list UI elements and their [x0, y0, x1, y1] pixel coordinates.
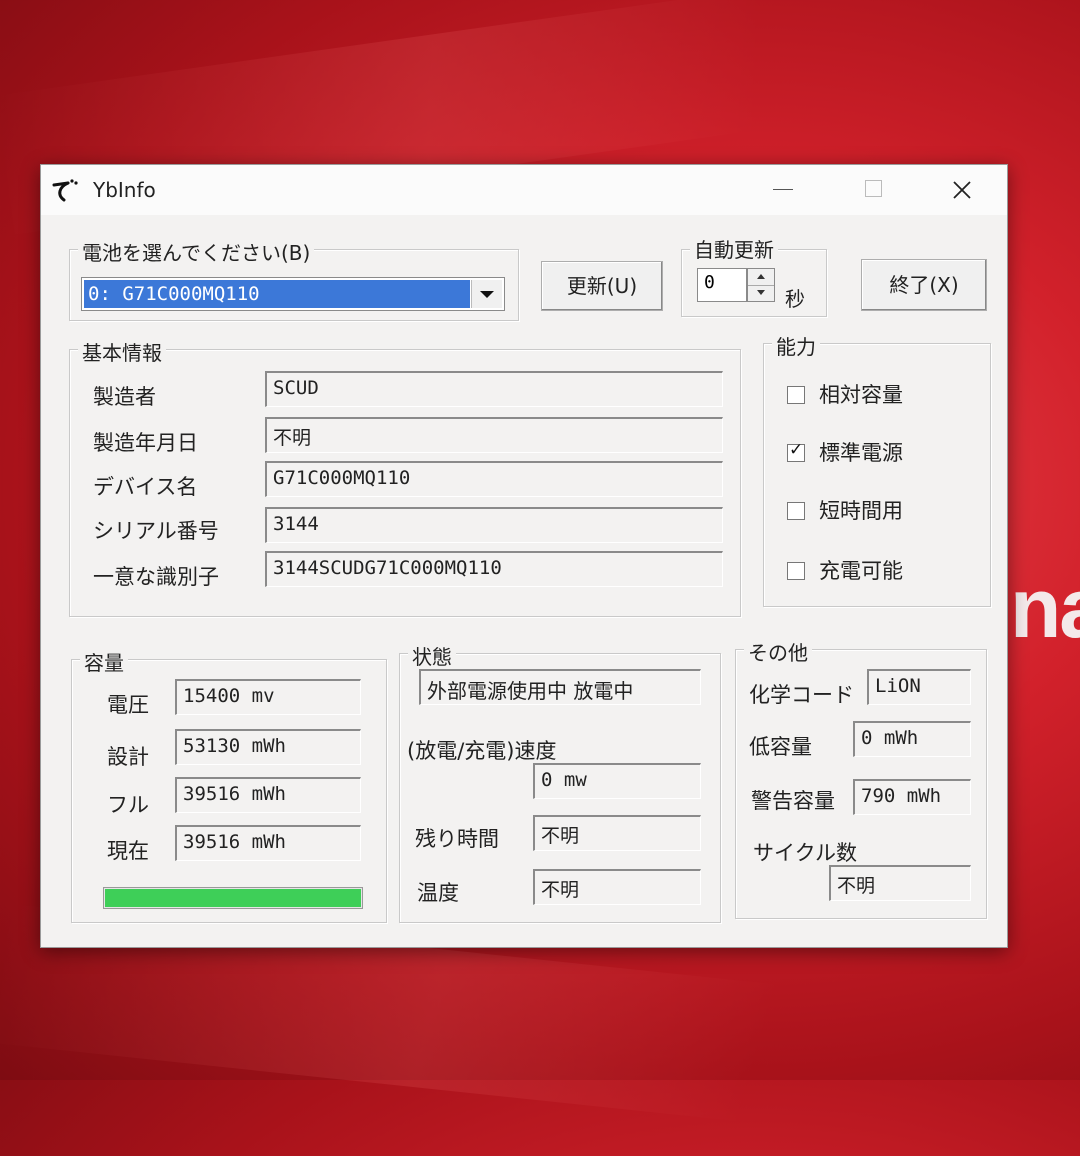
title-bar[interactable]: YbInfo — [41, 165, 1007, 215]
window-title: YbInfo — [93, 178, 156, 202]
serial-number-label: シリアル番号 — [93, 519, 219, 543]
app-logo-icon — [52, 179, 78, 202]
rate-field: 0 mw — [533, 763, 701, 799]
exit-button[interactable]: 終了(X) — [861, 259, 987, 311]
full-capacity-field: 39516 mWh — [175, 777, 361, 813]
checkbox-label: 充電可能 — [819, 559, 903, 583]
voltage-label: 電圧 — [107, 693, 149, 717]
refresh-button[interactable]: 更新(U) — [541, 261, 663, 311]
charge-level-fill — [105, 889, 361, 907]
checkbox-label: 短時間用 — [819, 499, 903, 523]
device-name-field: G71C000MQ110 — [265, 461, 723, 497]
ybinfo-window: YbInfo 電池を選んでください(B) 0: G71C000MQ110 更新(… — [40, 164, 1008, 948]
cycle-count-label: サイクル数 — [753, 841, 857, 865]
serial-number-field: 3144 — [265, 507, 723, 543]
auto-update-spinner[interactable] — [747, 268, 775, 302]
wallpaper-text: na — [1010, 561, 1080, 655]
unique-id-field: 3144SCUDG71C000MQ110 — [265, 551, 723, 587]
auto-update-label: 自動更新 — [690, 234, 778, 263]
low-capacity-field: 0 mWh — [853, 721, 971, 757]
cycle-count-field: 不明 — [829, 865, 971, 901]
manufacture-date-field: 不明 — [265, 417, 723, 453]
manufacturer-field: SCUD — [265, 371, 723, 407]
standard-power-checkbox[interactable]: 標準電源 — [787, 437, 903, 467]
device-name-label: デバイス名 — [93, 475, 198, 499]
checkbox-label: 相対容量 — [819, 383, 903, 407]
relative-capacity-checkbox[interactable]: 相対容量 — [787, 379, 903, 409]
checkbox-icon — [787, 562, 805, 580]
warning-capacity-label: 警告容量 — [751, 789, 835, 813]
checkbox-icon — [787, 502, 805, 520]
spin-down-icon[interactable] — [748, 285, 774, 301]
minimize-button[interactable] — [753, 165, 815, 215]
basic-info-title: 基本情報 — [78, 337, 166, 366]
auto-update-interval-input[interactable]: 0 — [697, 268, 747, 302]
exit-button-label: 終了(X) — [889, 273, 959, 297]
battery-dropdown[interactable]: 0: G71C000MQ110 — [81, 277, 505, 311]
close-button[interactable] — [931, 165, 993, 215]
close-icon — [953, 181, 971, 199]
other-title: その他 — [744, 637, 812, 666]
rechargeable-checkbox[interactable]: 充電可能 — [787, 555, 903, 585]
temperature-label: 温度 — [417, 881, 459, 905]
full-capacity-label: フル — [107, 793, 149, 817]
low-capacity-label: 低容量 — [749, 735, 812, 759]
design-capacity-label: 設計 — [107, 745, 149, 769]
unique-id-label: 一意な識別子 — [93, 565, 219, 589]
remaining-time-label: 残り時間 — [415, 827, 499, 851]
short-term-checkbox[interactable]: 短時間用 — [787, 495, 903, 525]
spin-up-icon[interactable] — [748, 269, 774, 286]
checkbox-checked-icon — [787, 440, 805, 462]
design-capacity-field: 53130 mWh — [175, 729, 361, 765]
auto-update-unit: 秒 — [785, 287, 805, 311]
battery-dropdown-value: 0: G71C000MQ110 — [84, 280, 470, 308]
warning-capacity-field: 790 mWh — [853, 779, 971, 815]
checkbox-label: 標準電源 — [819, 441, 903, 465]
checkbox-icon — [787, 386, 805, 404]
current-capacity-label: 現在 — [107, 839, 149, 863]
chevron-down-icon[interactable] — [471, 280, 502, 308]
remaining-time-field: 不明 — [533, 815, 701, 851]
manufacture-date-label: 製造年月日 — [93, 431, 198, 455]
chemistry-code-field: LiON — [867, 669, 971, 705]
capability-title: 能力 — [772, 331, 820, 360]
manufacturer-label: 製造者 — [93, 385, 156, 409]
battery-select-label: 電池を選んでください(B) — [78, 237, 315, 266]
rate-label: (放電/充電)速度 — [407, 739, 557, 763]
maximize-button[interactable] — [841, 165, 903, 215]
current-capacity-field: 39516 mWh — [175, 825, 361, 861]
charge-level-bar — [103, 887, 363, 909]
refresh-button-label: 更新(U) — [566, 274, 638, 298]
temperature-field: 不明 — [533, 869, 701, 905]
power-state-field: 外部電源使用中 放電中 — [419, 669, 701, 705]
status-title: 状態 — [408, 641, 456, 670]
chemistry-code-label: 化学コード — [749, 683, 854, 707]
voltage-field: 15400 mv — [175, 679, 361, 715]
capacity-title: 容量 — [80, 647, 128, 676]
